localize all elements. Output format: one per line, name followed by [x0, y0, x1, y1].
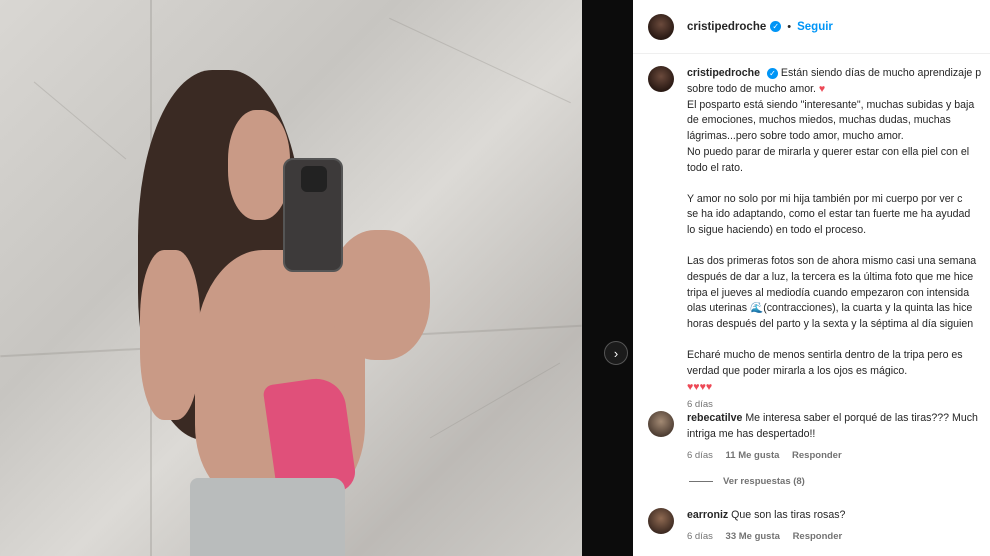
caption-line: lágrimas...pero sobre todo amor, mucho a…: [687, 130, 904, 143]
header-username[interactable]: cristipedroche: [687, 21, 766, 33]
caption-line: El posparto está siendo "interesante", m…: [687, 98, 975, 111]
comment: rebecatilve Me interesa saber el porqué …: [648, 411, 990, 463]
view-replies-label: Ver respuestas (8): [723, 476, 805, 487]
caption-line: No puedo parar de mirarla y querer estar…: [687, 145, 970, 158]
comment-text: Que son las tiras rosas?: [731, 509, 846, 521]
avatar[interactable]: [648, 411, 674, 437]
caption-line: horas después del parto y la sexta y la …: [687, 318, 974, 331]
comment-text: intriga me has despertado!!: [687, 427, 816, 440]
face: [228, 110, 290, 220]
chevron-right-icon[interactable]: ›: [604, 341, 628, 365]
comment-time[interactable]: 6 días: [687, 531, 713, 542]
arm: [140, 250, 200, 420]
caption-line: tripa el jueves al mediodía cuando empez…: [687, 286, 970, 299]
comment-likes[interactable]: 11 Me gusta: [726, 450, 780, 461]
hearts-emoji: ♥♥♥♥: [687, 380, 713, 393]
comment-time[interactable]: 6 días: [687, 450, 713, 461]
caption-line: se ha ido adaptando, como el estar tan f…: [687, 208, 971, 221]
comment-text: Me interesa saber el porqué de las tiras…: [745, 412, 978, 424]
forearm: [330, 230, 430, 360]
caption-line: Están siendo días de mucho aprendizaje p: [780, 67, 982, 79]
skirt: [190, 478, 345, 556]
verified-badge-icon: ✓: [770, 21, 782, 32]
post-header: cristipedroche ✓ • Seguir: [633, 0, 990, 54]
caption-line: Y amor no solo por mi hija también por m…: [687, 192, 963, 205]
caption: cristipedroche ✓ Están siendo días de mu…: [648, 66, 990, 413]
comment-username[interactable]: earroniz: [687, 509, 728, 521]
comment-username[interactable]: rebecatilve: [687, 412, 742, 424]
separator: •: [787, 20, 792, 33]
caption-username[interactable]: cristipedroche: [687, 67, 760, 79]
post-sidebar: cristipedroche ✓ • Seguir cristipedroche…: [633, 0, 990, 556]
reply-button[interactable]: Responder: [792, 450, 842, 461]
avatar[interactable]: [648, 508, 674, 534]
caption-line: de emociones, muchos miedos, muchas duda…: [687, 114, 951, 127]
caption-line: lo sigue haciendo) en todo el proceso.: [687, 224, 867, 237]
reply-button[interactable]: Responder: [793, 531, 843, 542]
phone: [283, 158, 343, 272]
avatar[interactable]: [648, 13, 674, 40]
view-replies-button[interactable]: Ver respuestas (8): [689, 476, 805, 487]
caption-line: verdad que poder mirarla a los ojos es m…: [687, 364, 908, 377]
wave-icon: 🌊: [750, 302, 764, 315]
caption-line: todo el rato.: [687, 161, 743, 174]
caption-line: sobre todo de mucho amor.: [687, 82, 816, 95]
caption-line: Las dos primeras fotos son de ahora mism…: [687, 254, 977, 267]
caption-avatar[interactable]: [648, 66, 674, 92]
caption-line: después de dar a luz, la tercera es la ú…: [687, 270, 974, 283]
verified-badge-icon: ✓: [766, 67, 778, 79]
mirror-frame: [582, 0, 633, 556]
divider: [689, 481, 713, 482]
heart-icon: ♥: [818, 82, 826, 95]
caption-line: (contracciones), la cuarta y la quinta l…: [763, 302, 973, 315]
post-photo: ›: [0, 0, 633, 556]
follow-button[interactable]: Seguir: [797, 21, 833, 33]
comment: earroniz Que son las tiras rosas? 6 días…: [648, 508, 990, 545]
caption-line: Echaré mucho de menos sentirla dentro de…: [687, 348, 963, 361]
comment-likes[interactable]: 33 Me gusta: [726, 531, 780, 542]
caption-line: olas uterinas: [687, 302, 748, 315]
